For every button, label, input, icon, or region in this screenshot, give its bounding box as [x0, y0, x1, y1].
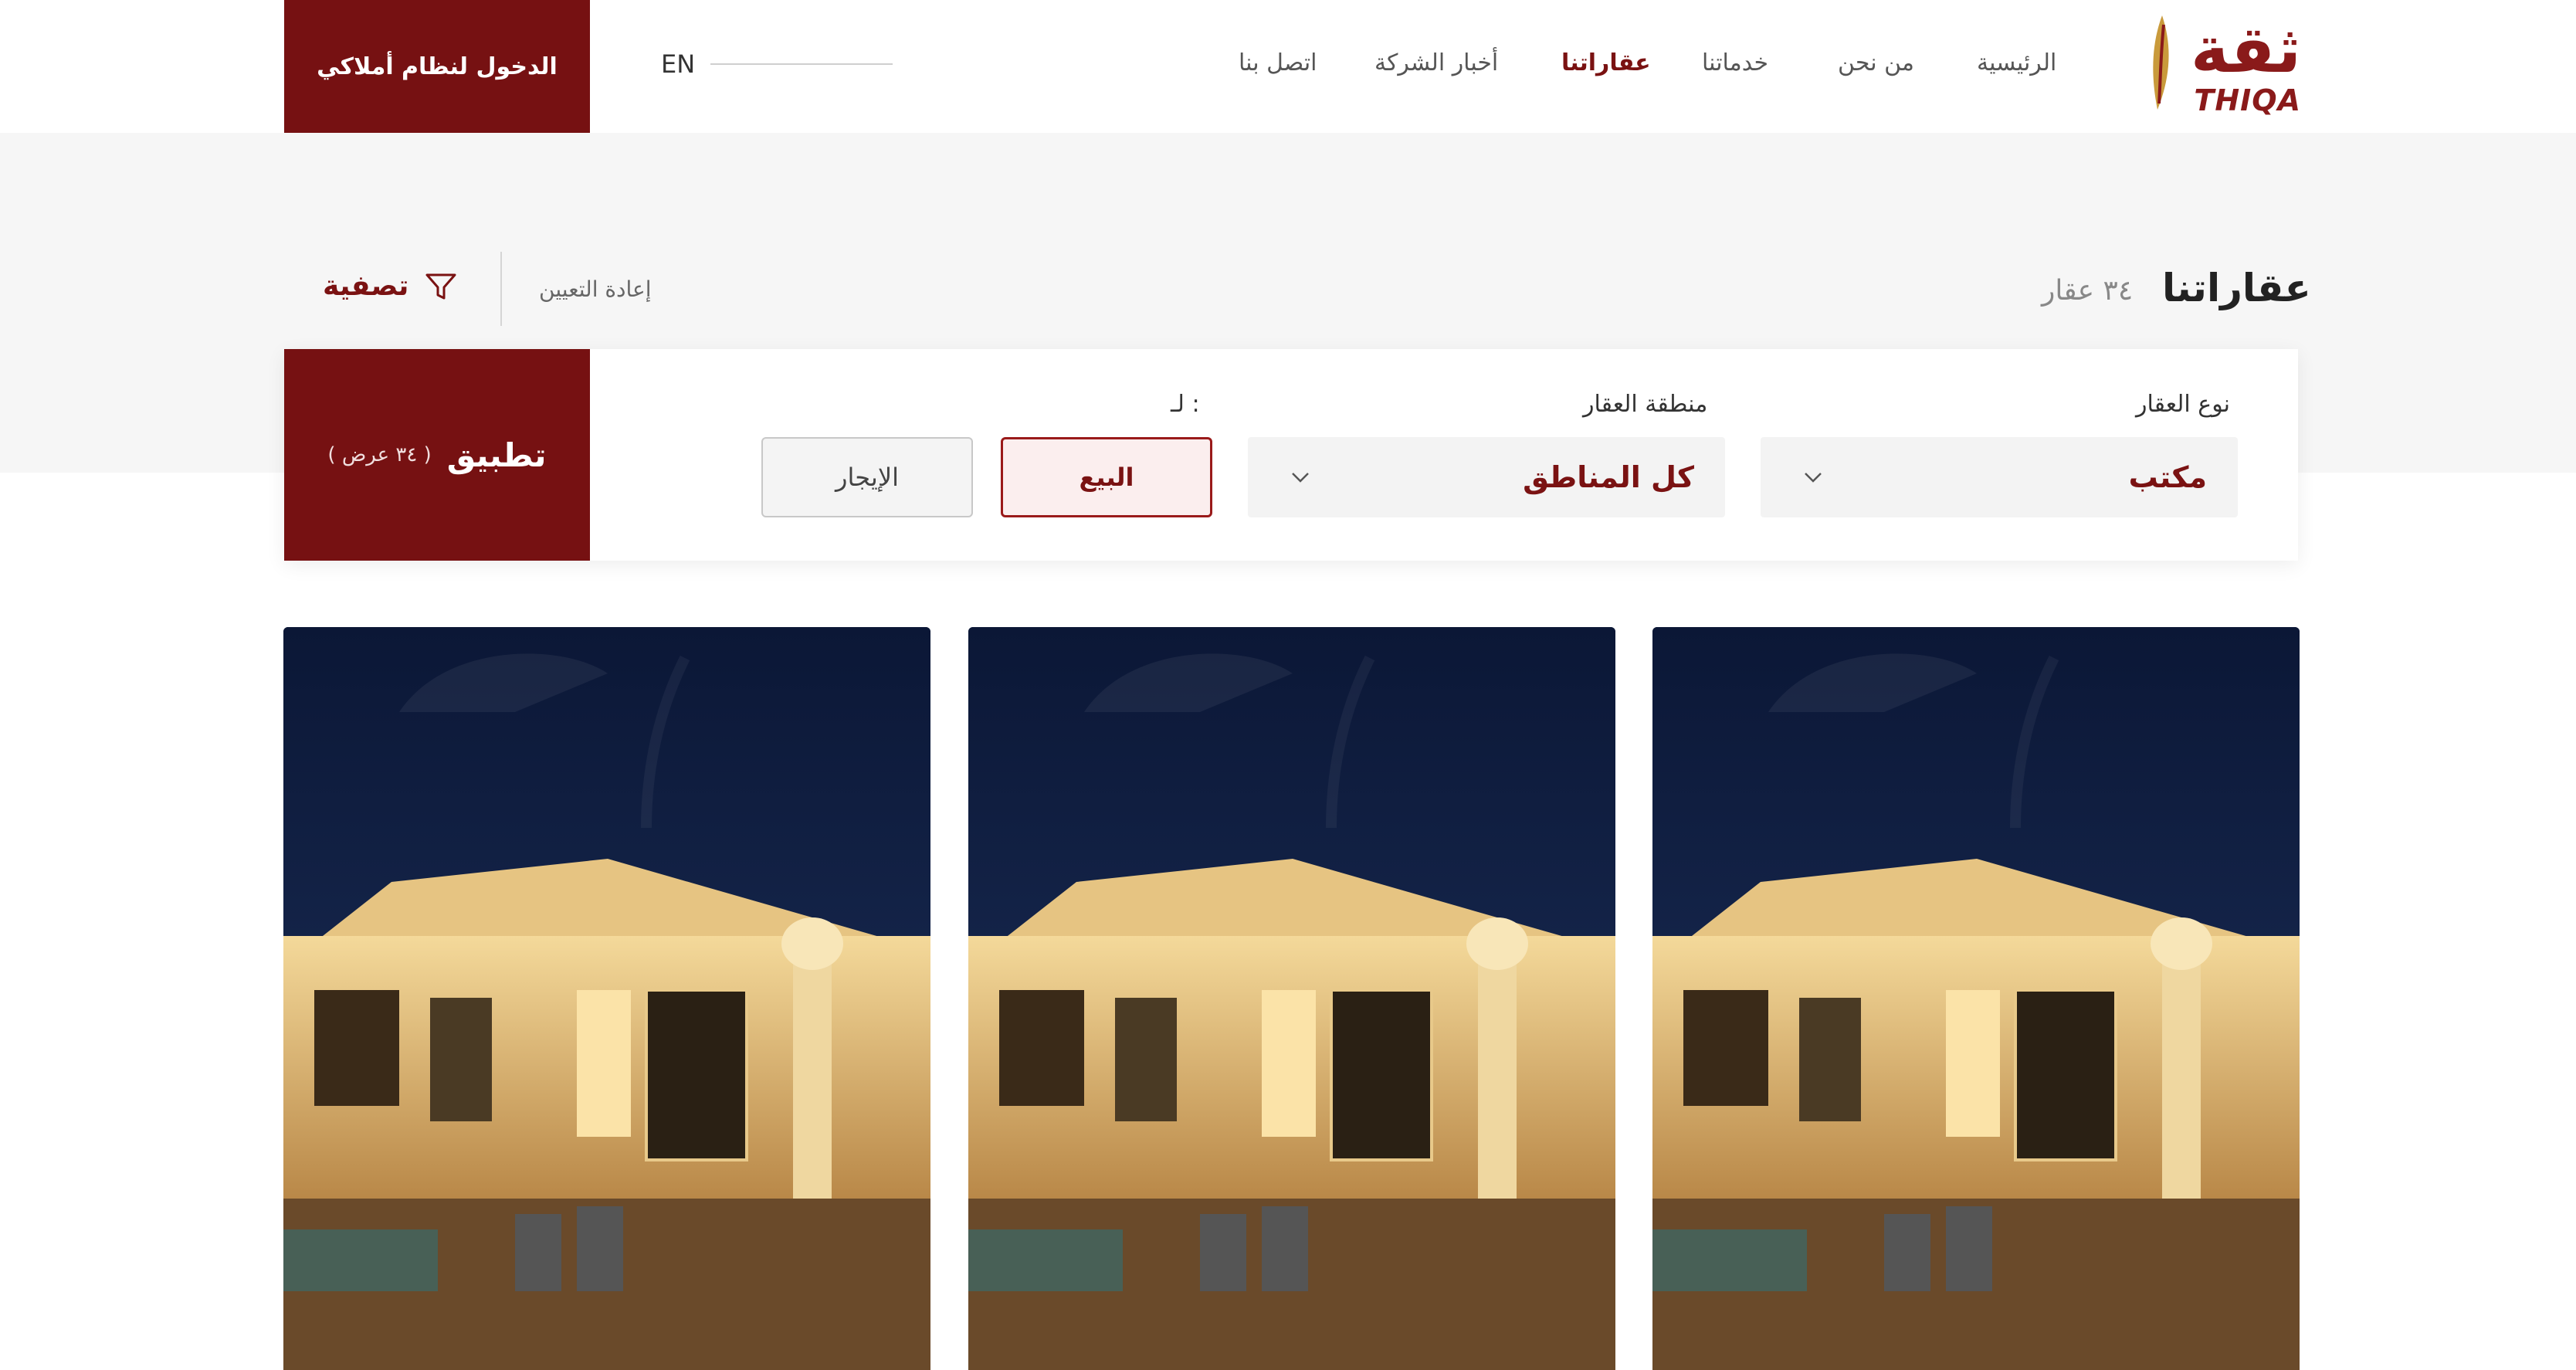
apply-button[interactable]: تطبيق ( ٣٤ عرض ) [284, 349, 590, 561]
chevron-down-icon [1292, 473, 1309, 483]
nav-properties[interactable]: عقاراتنا [1561, 49, 1651, 86]
language-switch[interactable]: EN [661, 49, 695, 79]
brand-logo[interactable]: ثقة THIQA [2116, 9, 2301, 117]
nav-about[interactable]: من نحن [1838, 49, 1914, 86]
lang-divider [710, 63, 893, 65]
filter-toggle[interactable]: تصفية [323, 267, 459, 304]
purpose-rent-option[interactable]: الإيجار [761, 437, 973, 517]
apply-count: ( ٣٤ عرض ) [327, 443, 432, 466]
toolbar-divider [500, 252, 502, 326]
logo-latin-text: THIQA [2194, 83, 2301, 117]
property-type-select[interactable]: مكتب [1761, 437, 2238, 517]
property-image [968, 627, 1615, 1370]
filter-icon [425, 273, 456, 300]
filter-label: تصفية [323, 270, 409, 302]
nav-home[interactable]: الرئيسية [1977, 49, 2056, 86]
purpose-sale-option[interactable]: البيع [1001, 437, 1212, 517]
reset-button[interactable]: إعادة التعيين [539, 276, 652, 302]
page-title: عقاراتنا [2162, 266, 2311, 310]
property-card[interactable] [968, 627, 1615, 1370]
property-image [283, 627, 930, 1370]
nav-company-news[interactable]: أخبار الشركة [1374, 49, 1498, 86]
chevron-down-icon [1805, 473, 1822, 483]
property-type-label: نوع العقار [2136, 391, 2231, 418]
apply-label: تطبيق [446, 436, 547, 474]
region-value: كل المناطق [1523, 460, 1694, 494]
property-card[interactable] [1652, 627, 2300, 1370]
nav-services[interactable]: خدماتنا [1702, 49, 1768, 86]
site-header: ثقة THIQA الرئيسية من نحن خدماتنا عقارات… [0, 0, 2576, 133]
property-count: ٣٤ عقار [2042, 275, 2134, 307]
nav-contact[interactable]: اتصل بنا [1239, 49, 1317, 86]
logo-arabic-text: ثقة [2191, 12, 2301, 87]
region-label: منطقة العقار [1583, 391, 1708, 418]
property-card[interactable] [283, 627, 930, 1370]
property-type-value: مكتب [2128, 460, 2207, 494]
property-image [1652, 627, 2300, 1370]
login-button[interactable]: الدخول لنظام أملاكي [284, 0, 590, 133]
region-select[interactable]: كل المناطق [1248, 437, 1725, 517]
purpose-label: لـ : [1171, 391, 1200, 418]
